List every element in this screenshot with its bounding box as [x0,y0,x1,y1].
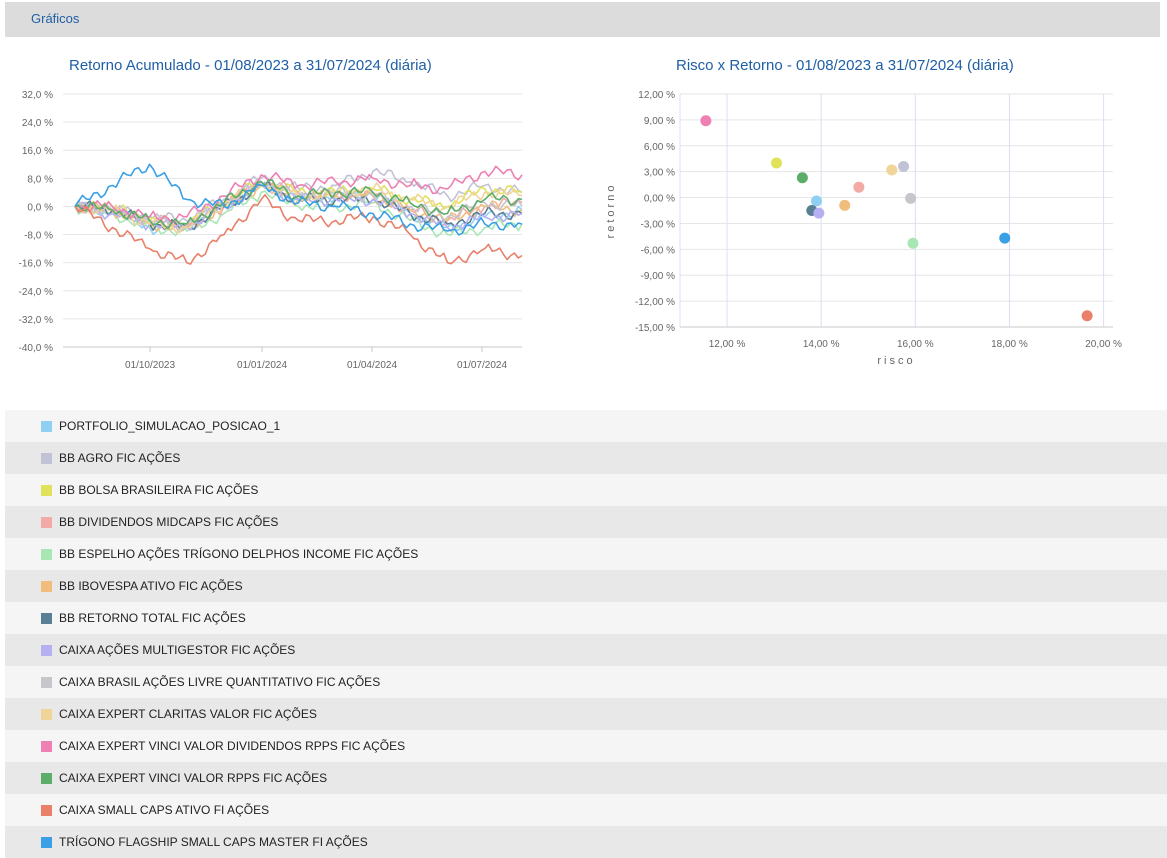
legend-swatch [41,580,52,592]
legend-item[interactable]: PORTFOLIO_SIMULACAO_POSICAO_1 [5,410,1167,442]
legend-label: BB ESPELHO AÇÕES TRÍGONO DELPHOS INCOME … [59,547,419,561]
legend-swatch [41,804,52,816]
y-axis-title: retorno [605,183,617,239]
legend-item[interactable]: BB DIVIDENDOS MIDCAPS FIC AÇÕES [5,506,1167,538]
legend-swatch [41,452,52,464]
legend-item[interactable]: BB RETORNO TOTAL FIC AÇÕES [5,602,1167,634]
legend-swatch [41,644,52,656]
y-tick-label: -9,00 % [641,271,676,282]
legend-label: BB IBOVESPA ATIVO FIC AÇÕES [59,579,243,593]
y-tick-label: 24,0 % [22,118,53,129]
y-tick-label: 8,0 % [27,174,53,185]
y-tick-label: 32,0 % [22,90,53,101]
legend-item[interactable]: TRÍGONO FLAGSHIP SMALL CAPS MASTER FI AÇ… [5,826,1167,858]
x-tick-label: 20,00 % [1085,339,1122,350]
legend-item[interactable]: CAIXA SMALL CAPS ATIVO FI AÇÕES [5,794,1167,826]
section-title: Gráficos [31,11,80,26]
y-tick-label: 0,0 % [27,202,53,213]
scatter-point [796,172,808,184]
y-tick-label: -32,0 % [19,315,54,326]
legend-item[interactable]: CAIXA AÇÕES MULTIGESTOR FIC AÇÕES [5,634,1167,666]
y-tick-label: 6,00 % [644,142,675,153]
legend-item[interactable]: BB ESPELHO AÇÕES TRÍGONO DELPHOS INCOME … [5,538,1167,570]
legend-label: BB BOLSA BRASILEIRA FIC AÇÕES [59,483,259,497]
scatter-point [905,192,917,204]
line-chart-title: Retorno Acumulado - 01/08/2023 a 31/07/2… [69,57,432,74]
legend-item[interactable]: CAIXA BRASIL AÇÕES LIVRE QUANTITATIVO FI… [5,666,1167,698]
legend-label: CAIXA BRASIL AÇÕES LIVRE QUANTITATIVO FI… [59,675,381,689]
y-tick-label: 12,00 % [638,90,675,101]
x-tick-label: 14,00 % [803,339,840,350]
y-tick-label: 9,00 % [644,116,675,127]
legend-swatch [41,740,52,752]
scatter-chart-title: Risco x Retorno - 01/08/2023 a 31/07/202… [676,57,1014,74]
scatter-point [898,160,910,172]
legend-label: CAIXA AÇÕES MULTIGESTOR FIC AÇÕES [59,643,296,657]
legend-swatch [41,612,52,624]
risk-return-chart: 12,00 % 9,00 % 6,00 % 3,00 % 0,00 % -3,00 % -6… [605,90,1122,367]
scatter-point [907,237,919,249]
section-header: Gráficos [5,2,1160,37]
legend-item[interactable]: BB AGRO FIC AÇÕES [5,442,1167,474]
x-tick-label: 01/01/2024 [237,360,287,371]
legend-label: PORTFOLIO_SIMULACAO_POSICAO_1 [59,419,281,433]
legend-swatch [41,548,52,560]
y-tick-label: 3,00 % [644,168,675,179]
scatter-point [813,207,825,219]
legend-swatch [41,484,52,496]
x-tick-label: 18,00 % [991,339,1028,350]
x-tick-label: 16,00 % [897,339,934,350]
legend-label: CAIXA SMALL CAPS ATIVO FI AÇÕES [59,803,270,817]
scatter-point [810,195,822,207]
x-tick-label: 01/07/2024 [457,360,507,371]
y-tick-label: -6,00 % [641,245,676,256]
legend-item[interactable]: CAIXA EXPERT CLARITAS VALOR FIC AÇÕES [5,698,1167,730]
y-tick-label: 16,0 % [22,146,53,157]
legend-label: BB DIVIDENDOS MIDCAPS FIC AÇÕES [59,515,279,529]
y-tick-label: -15,00 % [635,323,675,334]
legend-label: BB AGRO FIC AÇÕES [59,451,181,465]
x-tick-label: 12,00 % [709,339,746,350]
scatter-point [839,199,851,211]
y-tick-label: -12,00 % [635,297,675,308]
legend-item[interactable]: CAIXA EXPERT VINCI VALOR DIVIDENDOS RPPS… [5,730,1167,762]
legend-label: CAIXA EXPERT VINCI VALOR RPPS FIC AÇÕES [59,771,328,785]
legend-swatch [41,420,52,432]
legend-item[interactable]: BB BOLSA BRASILEIRA FIC AÇÕES [5,474,1167,506]
legend-label: BB RETORNO TOTAL FIC AÇÕES [59,611,246,625]
legend-item[interactable]: CAIXA EXPERT VINCI VALOR RPPS FIC AÇÕES [5,762,1167,794]
scatter-point [700,115,712,127]
y-tick-label: -8,0 % [24,231,53,242]
scatter-point [886,164,898,176]
cumulative-return-chart: 32,0 % 24,0 % 16,0 % 8,0 % 0,0 % -8,0 % -16,0 … [19,90,523,371]
scatter-point [770,157,782,169]
y-tick-label: -3,00 % [641,219,676,230]
legend-swatch [41,772,52,784]
legend-swatch [41,676,52,688]
legend-swatch [41,516,52,528]
y-tick-label: -16,0 % [19,259,54,270]
scatter-point [1081,310,1093,322]
legend-label: CAIXA EXPERT VINCI VALOR DIVIDENDOS RPPS… [59,739,406,753]
legend-item[interactable]: BB IBOVESPA ATIVO FIC AÇÕES [5,570,1167,602]
y-tick-label: -40,0 % [19,343,54,354]
x-tick-label: 01/04/2024 [347,360,397,371]
x-axis-title: risco [877,355,915,367]
scatter-point [853,181,865,193]
legend-swatch [41,708,52,720]
x-tick-label: 01/10/2023 [125,360,175,371]
legend-list: PORTFOLIO_SIMULACAO_POSICAO_1 BB AGRO FIC… [5,410,1167,858]
y-tick-label: 0,00 % [644,194,675,205]
scatter-point [999,232,1011,244]
legend-swatch [41,836,52,848]
y-tick-label: -24,0 % [19,287,54,298]
legend-label: CAIXA EXPERT CLARITAS VALOR FIC AÇÕES [59,707,317,721]
